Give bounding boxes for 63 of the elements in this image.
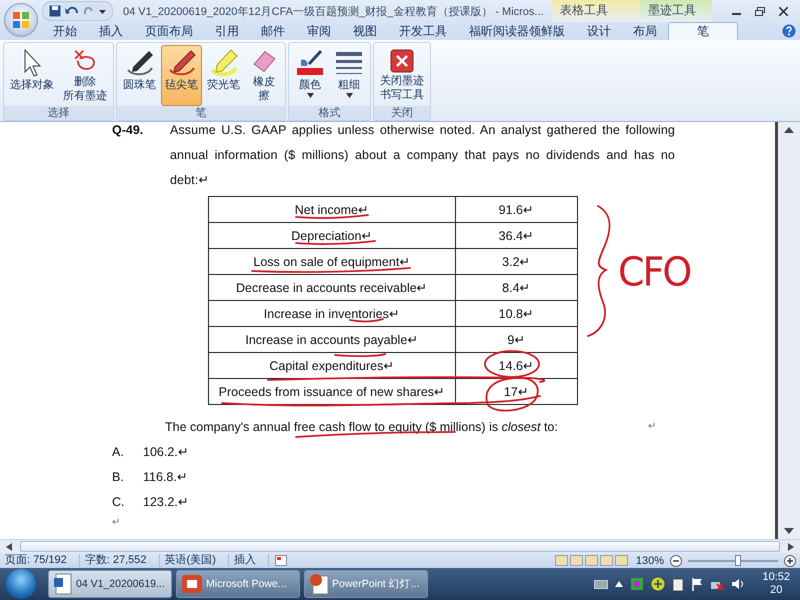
- ribbon-group-label: 格式: [289, 106, 370, 120]
- contextual-tab-header: 表格工具: [552, 0, 640, 22]
- table-cell: 36.4↵: [455, 222, 578, 248]
- ribbon-tool-button[interactable]: 选择对象: [6, 45, 58, 106]
- ribbon-tab[interactable]: 开始: [42, 22, 88, 40]
- status-item: 英语(美国): [160, 554, 229, 567]
- handwritten-label: CFO: [618, 248, 690, 296]
- zoom-percentage: 130%: [636, 554, 664, 566]
- ribbon-group-label: 选择: [4, 106, 113, 120]
- ribbon-tab[interactable]: 布局: [622, 22, 668, 40]
- table-cell: 14.6↵: [455, 352, 578, 378]
- table-cell: 17↵: [455, 378, 578, 404]
- table-cell: Increase in inventories↵: [208, 300, 456, 326]
- ribbon-tool-button[interactable]: 荧光笔: [203, 45, 244, 106]
- ribbon-tab[interactable]: 笔: [668, 22, 738, 40]
- status-item: 插入: [228, 554, 269, 567]
- ribbon-group-label: 关闭: [374, 106, 430, 120]
- question-stem: Assume U.S. GAAP applies unless otherwise noted. An analyst gathered the following annual information ($ millions) about a company that pays no dividends and has no debt:↵: [170, 122, 675, 189]
- table-cell: Loss on sale of equipment↵: [208, 248, 456, 274]
- option-text: 123.2.↵: [143, 494, 189, 510]
- status-item: 页面: 75/192: [0, 554, 80, 567]
- ribbon-tab[interactable]: 设计: [576, 22, 622, 40]
- table-cell: 8.4↵: [455, 274, 578, 300]
- ribbon-tool-button[interactable]: 关闭墨迹 书写工具: [376, 45, 428, 106]
- table-cell: 3.2↵: [455, 248, 578, 274]
- paragraph-mark: ↵: [648, 420, 656, 434]
- ribbon-tab[interactable]: 邮件: [250, 22, 296, 40]
- table-cell: 91.6↵: [455, 196, 578, 222]
- question-prompt: The company's annual free cash flow to equity ($ millions) is closest to:: [165, 419, 558, 435]
- ribbon-tool-button[interactable]: 橡皮 擦: [245, 45, 283, 106]
- table-cell: 10.8↵: [455, 300, 578, 326]
- table-cell: Decrease in accounts receivable↵: [208, 274, 456, 300]
- table-cell: Increase in accounts payable↵: [208, 326, 456, 352]
- ribbon-tab[interactable]: 页面布局: [134, 22, 204, 40]
- status-item: 字数: 27,552: [80, 554, 160, 567]
- ribbon-tool-button[interactable]: 圆珠笔: [119, 45, 160, 106]
- taskbar-button[interactable]: 04 V1_20200619...: [48, 570, 172, 598]
- paragraph-mark: ↵: [112, 516, 121, 528]
- table-cell: Proceeds from issuance of new shares↵: [208, 378, 456, 404]
- option-letter: A.: [112, 444, 125, 460]
- ribbon-tab[interactable]: 插入: [88, 22, 134, 40]
- ribbon-group-label: 笔: [117, 106, 285, 120]
- ribbon-tab[interactable]: 引用: [204, 22, 250, 40]
- window-title: 04 V1_20200619_2020年12月CFA一级百题预测_财报_金程教育（授课版） - Micros...: [123, 4, 545, 18]
- question-number: Q-49.: [112, 122, 144, 139]
- option-text: 106.2.↵: [143, 444, 189, 460]
- ribbon-tab[interactable]: 福昕阅读器领鲜版: [458, 22, 576, 40]
- option-text: 116.8.↵: [143, 469, 188, 485]
- option-letter: B.: [112, 469, 125, 485]
- clock[interactable]: 10:52 20: [762, 571, 790, 597]
- ribbon-tab[interactable]: 视图: [342, 22, 388, 40]
- table-cell: Net income↵: [208, 196, 456, 222]
- table-cell: Depreciation↵: [208, 222, 456, 248]
- ribbon-tool-button[interactable]: 毡尖笔: [161, 45, 202, 106]
- ribbon-tab[interactable]: 审阅: [296, 22, 342, 40]
- ribbon-tool-button[interactable]: 颜色: [291, 45, 329, 106]
- table-cell: 9↵: [455, 326, 578, 352]
- table-cell: Capital expenditures↵: [208, 352, 456, 378]
- option-letter: C.: [112, 494, 126, 510]
- ribbon-tool-button[interactable]: 删除 所有墨迹: [59, 45, 111, 106]
- contextual-tab-header: 墨迹工具: [640, 0, 712, 22]
- ribbon-tool-button[interactable]: 粗细: [330, 45, 368, 106]
- ribbon-tab[interactable]: 开发工具: [388, 22, 458, 40]
